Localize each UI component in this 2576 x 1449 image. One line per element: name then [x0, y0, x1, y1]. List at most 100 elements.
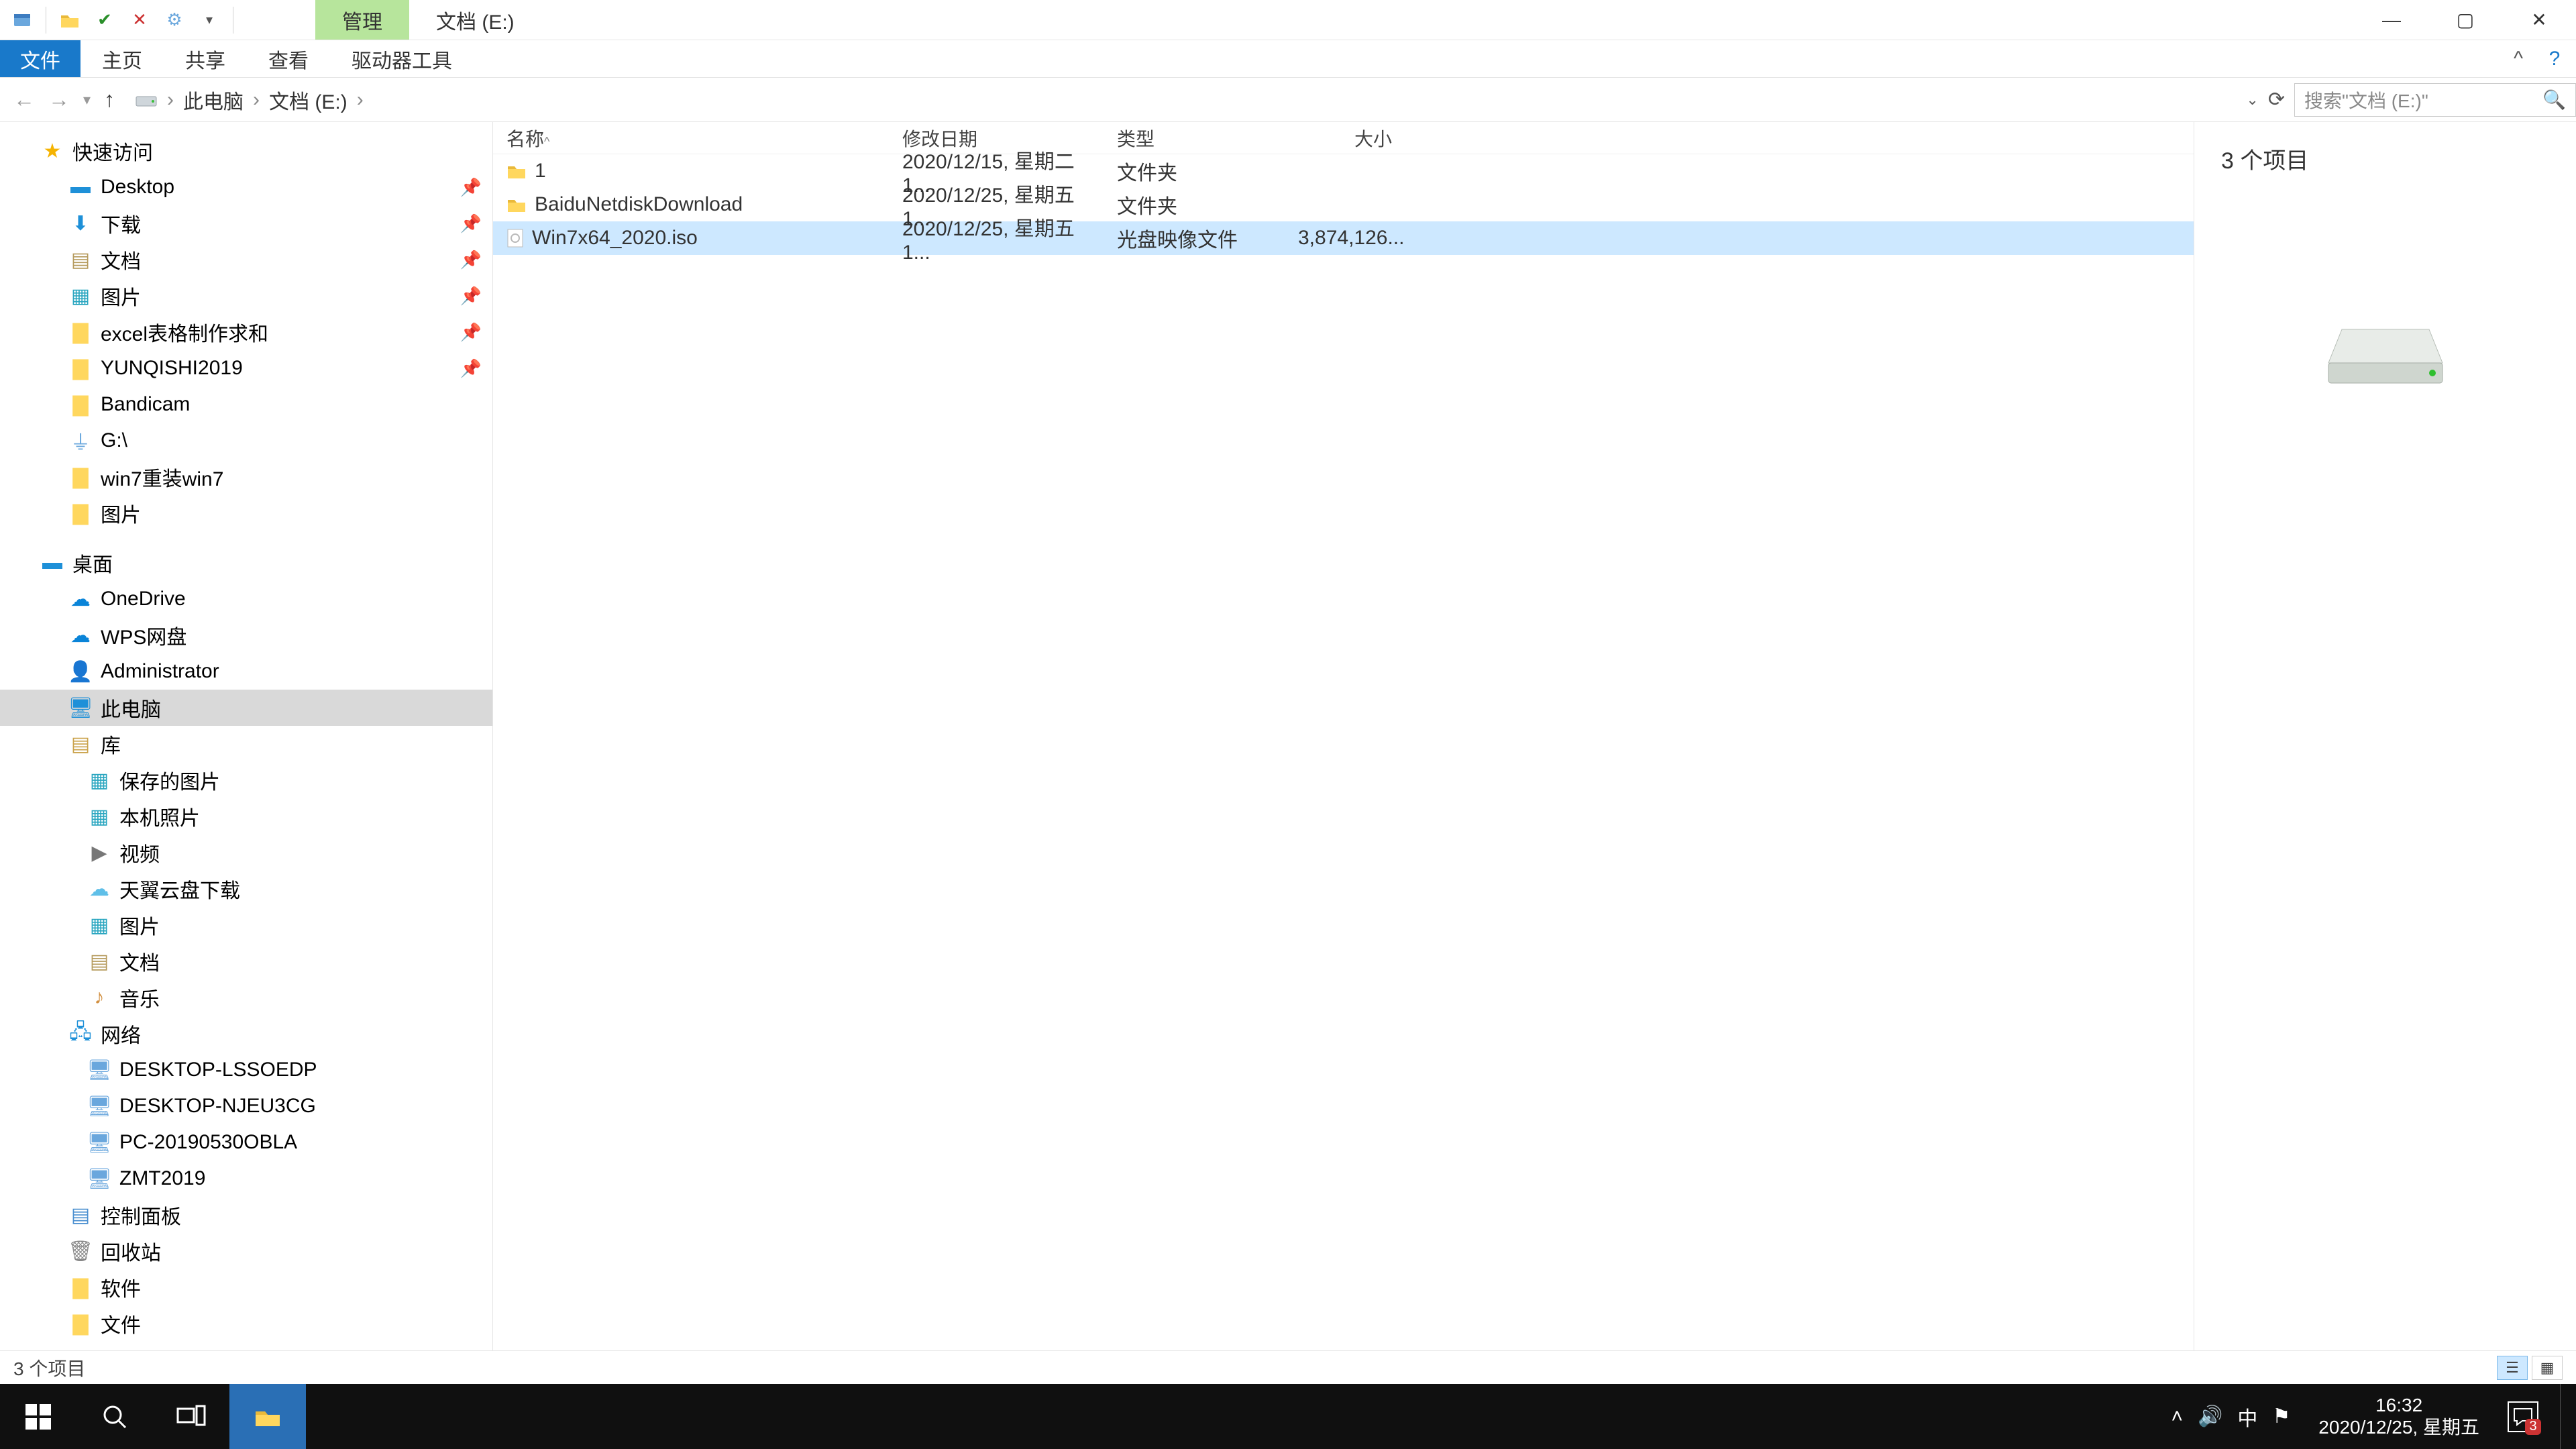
- taskbar[interactable]: ˄ 🔊 中 ⚑ 16:32 2020/12/25, 星期五 3: [0, 1384, 2576, 1449]
- files-node[interactable]: ▇文件: [0, 1305, 492, 1342]
- onedrive-node[interactable]: ☁OneDrive: [0, 581, 492, 617]
- action-center-button[interactable]: 3: [2508, 1401, 2538, 1432]
- show-desktop-button[interactable]: [2560, 1384, 2571, 1449]
- this-pc-node[interactable]: 🖥此电脑: [0, 690, 492, 726]
- pc2-node[interactable]: 🖥DESKTOP-NJEU3CG: [0, 1088, 492, 1124]
- explorer-taskbar-button[interactable]: [229, 1384, 306, 1449]
- system-tray[interactable]: ˄ 🔊 中 ⚑ 16:32 2020/12/25, 星期五 3: [2171, 1384, 2576, 1449]
- label: 文档: [101, 245, 141, 274]
- tianyi-node[interactable]: ☁天翼云盘下载: [0, 871, 492, 907]
- delete-icon[interactable]: ✕: [125, 6, 154, 34]
- minimize-button[interactable]: —: [2355, 0, 2428, 40]
- ribbon: 文件 主页 共享 查看 驱动器工具 ^ ?: [0, 40, 2576, 78]
- gdrive-node[interactable]: ⏚G:\: [0, 423, 492, 459]
- column-headers[interactable]: 名称^ 修改日期 类型 大小: [493, 122, 2194, 154]
- music-node[interactable]: ♪音乐: [0, 979, 492, 1016]
- share-tab[interactable]: 共享: [164, 40, 247, 77]
- breadcrumb-this-pc[interactable]: 此电脑: [183, 85, 244, 115]
- desktop-node[interactable]: ▬Desktop📌: [0, 169, 492, 205]
- details-view-button[interactable]: ☰: [2497, 1356, 2528, 1380]
- search-input[interactable]: 搜索"文档 (E:)" 🔍: [2294, 83, 2576, 117]
- camera-roll-node[interactable]: ▦本机照片: [0, 798, 492, 835]
- library-node[interactable]: ▤库: [0, 726, 492, 762]
- chevron-down-icon[interactable]: ⌄: [2246, 91, 2258, 109]
- file-row[interactable]: BaiduNetdiskDownload2020/12/25, 星期五 1...…: [493, 188, 2194, 221]
- label: 桌面: [72, 548, 113, 578]
- settings-icon[interactable]: ⚙: [160, 6, 189, 34]
- close-button[interactable]: ✕: [2502, 0, 2576, 40]
- drive-tools-tab[interactable]: 驱动器工具: [330, 40, 474, 77]
- pc4-node[interactable]: 🖥ZMT2019: [0, 1161, 492, 1197]
- breadcrumb[interactable]: › 此电脑 › 文档 (E:) › ⌄ ⟳: [128, 85, 2294, 115]
- forward-button[interactable]: →: [48, 87, 70, 112]
- file-tab[interactable]: 文件: [0, 40, 80, 77]
- col-type[interactable]: 类型: [1104, 125, 1285, 152]
- pin-icon: 📌: [460, 213, 482, 234]
- label: 保存的图片: [119, 765, 220, 795]
- breadcrumb-drive[interactable]: 文档 (E:): [269, 85, 347, 115]
- tray-expand-icon[interactable]: ˄: [2171, 1405, 2184, 1428]
- ime-indicator[interactable]: 中: [2237, 1402, 2257, 1432]
- home-tab[interactable]: 主页: [80, 40, 164, 77]
- clock[interactable]: 16:32 2020/12/25, 星期五: [2305, 1395, 2493, 1438]
- pc3-node[interactable]: 🖥PC-20190530OBLA: [0, 1124, 492, 1161]
- chevron-right-icon[interactable]: ›: [357, 89, 364, 111]
- view-toggles: ☰ ▦: [2497, 1356, 2563, 1380]
- label: 下载: [101, 209, 141, 238]
- pc1-node[interactable]: 🖥DESKTOP-LSSOEDP: [0, 1052, 492, 1088]
- file-row[interactable]: 12020/12/15, 星期二 1...文件夹: [493, 154, 2194, 188]
- col-size[interactable]: 大小: [1285, 125, 1419, 152]
- folder-icon: ▇: [67, 502, 94, 525]
- star-icon: ★: [39, 140, 66, 163]
- task-view-button[interactable]: [153, 1384, 229, 1449]
- folder-icon[interactable]: [56, 6, 84, 34]
- cloud-icon: ☁: [67, 588, 94, 611]
- admin-node[interactable]: 👤Administrator: [0, 653, 492, 690]
- control-panel-node[interactable]: ▤控制面板: [0, 1197, 492, 1233]
- start-button[interactable]: [0, 1384, 76, 1449]
- drive-icon: ⏚: [67, 426, 94, 455]
- pictures-node[interactable]: ▦图片📌: [0, 278, 492, 314]
- network-node[interactable]: 🖧网络: [0, 1016, 492, 1052]
- help-icon[interactable]: ?: [2541, 46, 2568, 72]
- maximize-button[interactable]: ▢: [2428, 0, 2502, 40]
- chevron-right-icon[interactable]: ›: [167, 89, 174, 111]
- navigation-tree[interactable]: ★快速访问 ▬Desktop📌 ⬇下载📌 ▤文档📌 ▦图片📌 ▇excel表格制…: [0, 122, 493, 1350]
- downloads-node[interactable]: ⬇下载📌: [0, 205, 492, 241]
- volume-icon[interactable]: 🔊: [2198, 1405, 2222, 1428]
- view-tab[interactable]: 查看: [247, 40, 330, 77]
- back-button[interactable]: ←: [13, 87, 35, 112]
- manage-tab[interactable]: 管理: [315, 0, 409, 40]
- saved-pics-node[interactable]: ▦保存的图片: [0, 762, 492, 798]
- yunqishi-node[interactable]: ▇YUNQISHI2019📌: [0, 350, 492, 386]
- search-button[interactable]: [76, 1384, 153, 1449]
- pictures2-node[interactable]: ▇图片: [0, 495, 492, 531]
- dropdown-icon[interactable]: ▾: [195, 6, 223, 34]
- bandicam-node[interactable]: ▇Bandicam: [0, 386, 492, 423]
- icons-view-button[interactable]: ▦: [2532, 1356, 2563, 1380]
- quick-access-node[interactable]: ★快速访问: [0, 133, 492, 169]
- app-icon: [8, 6, 36, 34]
- desktop-root-node[interactable]: ▬桌面: [0, 545, 492, 581]
- docs-lib-node[interactable]: ▤文档: [0, 943, 492, 979]
- videos-node[interactable]: ▶视频: [0, 835, 492, 871]
- up-button[interactable]: ↑: [104, 87, 115, 112]
- excel-node[interactable]: ▇excel表格制作求和📌: [0, 314, 492, 350]
- col-name[interactable]: 名称^: [493, 125, 889, 152]
- software-node[interactable]: ▇软件: [0, 1269, 492, 1305]
- status-bar: 3 个项目 ☰ ▦: [0, 1350, 2576, 1384]
- nav-buttons: ← → ▾ ↑: [0, 87, 128, 112]
- win7-node[interactable]: ▇win7重装win7: [0, 459, 492, 495]
- checkbox-icon[interactable]: ✔: [91, 6, 119, 34]
- pics-lib-node[interactable]: ▦图片: [0, 907, 492, 943]
- recent-dropdown-icon[interactable]: ▾: [83, 91, 91, 109]
- documents-node[interactable]: ▤文档📌: [0, 241, 492, 278]
- file-row[interactable]: Win7x64_2020.iso2020/12/25, 星期五 1...光盘映像…: [493, 221, 2194, 255]
- ribbon-expand-icon[interactable]: ^: [2505, 46, 2532, 72]
- refresh-icon[interactable]: ⟳: [2268, 88, 2285, 111]
- security-icon[interactable]: ⚑: [2272, 1405, 2290, 1428]
- search-icon[interactable]: 🔍: [2542, 89, 2566, 111]
- chevron-right-icon[interactable]: ›: [253, 89, 260, 111]
- wps-node[interactable]: ☁WPS网盘: [0, 617, 492, 653]
- recycle-node[interactable]: 🗑回收站: [0, 1233, 492, 1269]
